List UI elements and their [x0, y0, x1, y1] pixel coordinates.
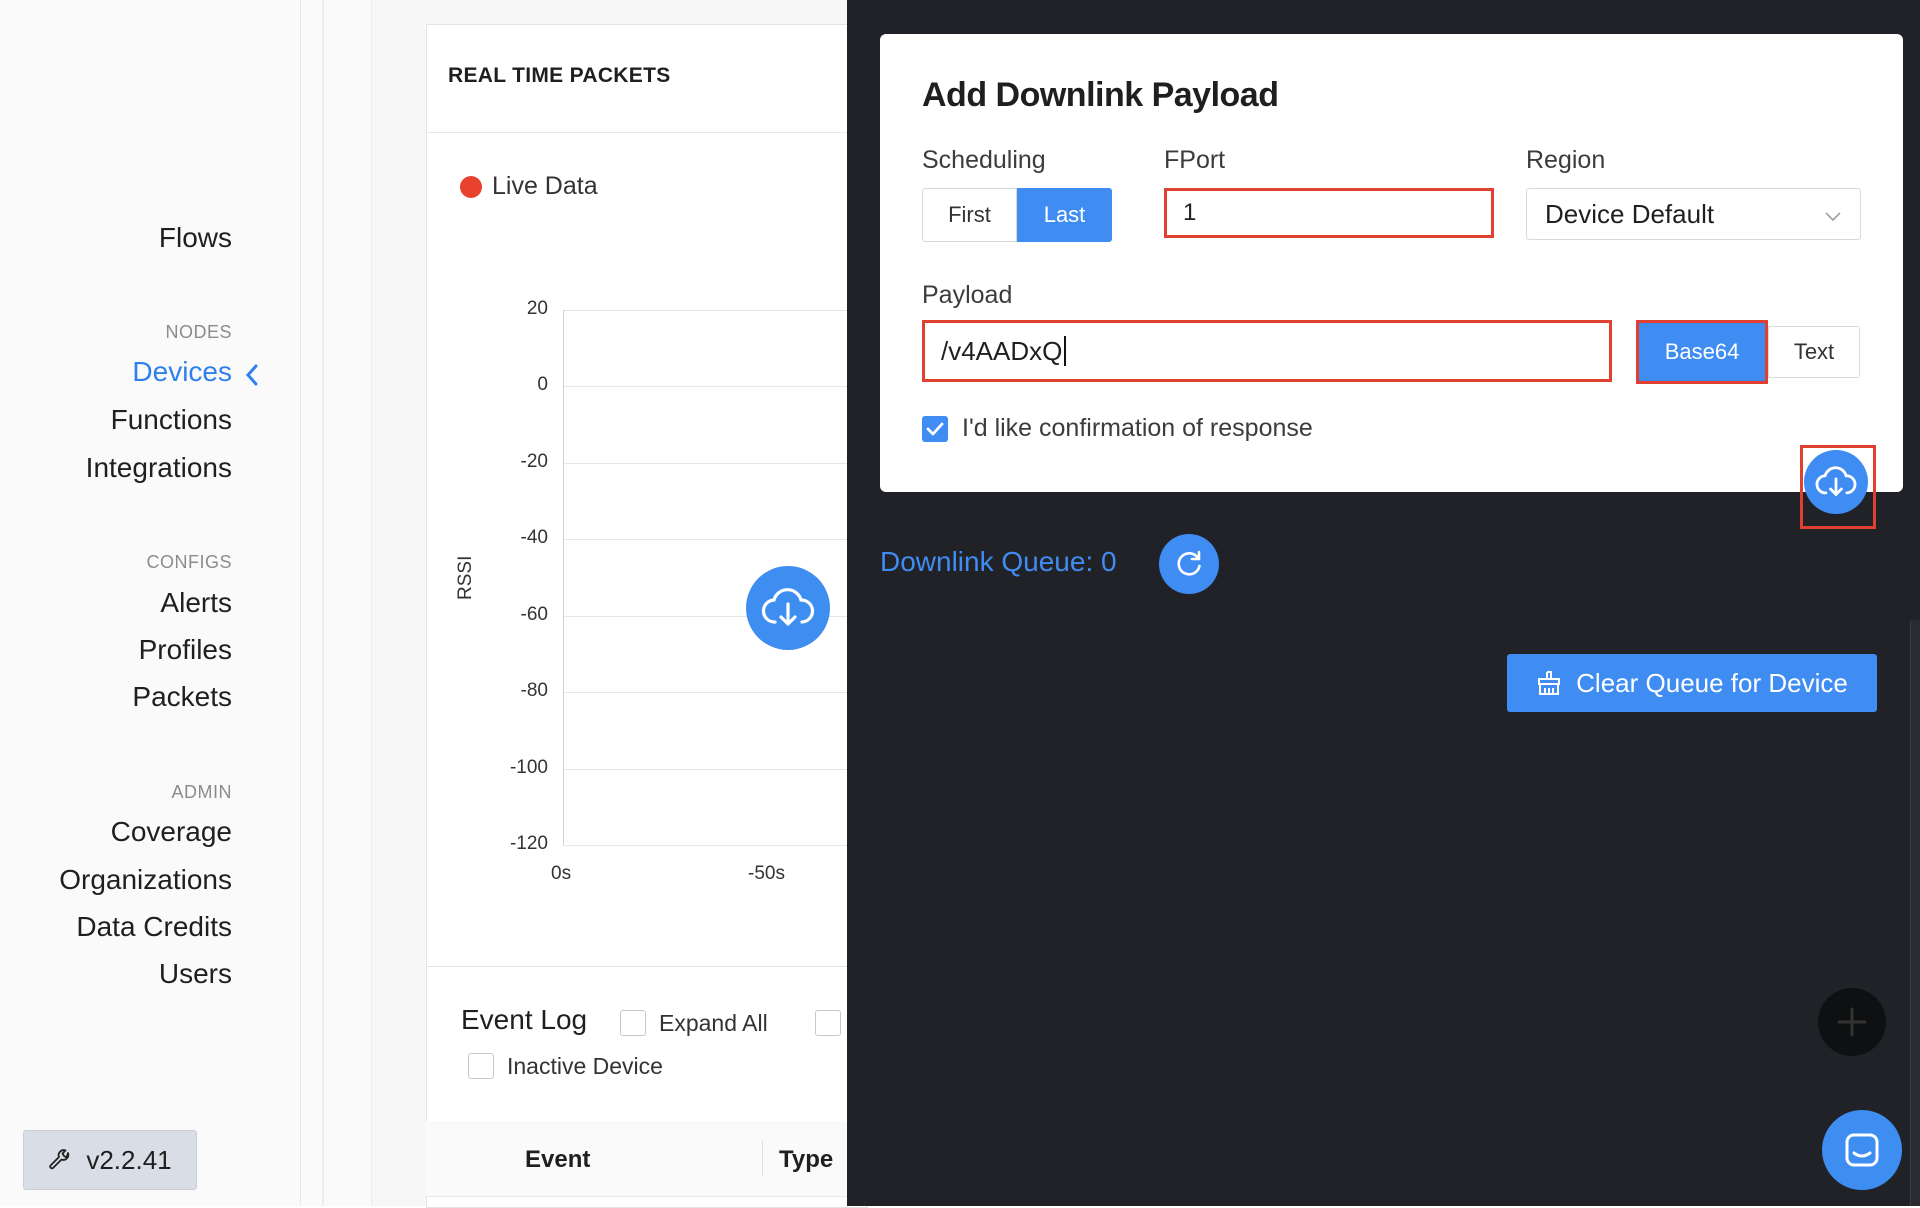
- gridline: [563, 539, 866, 541]
- chart-downlink-button[interactable]: [746, 566, 830, 650]
- expand-all-label: Expand All: [659, 1010, 768, 1036]
- gridline: [563, 692, 866, 694]
- column-header-type[interactable]: Type: [779, 1146, 833, 1174]
- plus-icon: [1837, 1007, 1867, 1037]
- nav-profiles[interactable]: Profiles: [0, 634, 232, 666]
- downlink-title: Add Downlink Payload: [922, 76, 1279, 114]
- packets-title: REAL TIME PACKETS: [448, 64, 671, 87]
- fport-label: FPort: [1164, 146, 1226, 174]
- chevron-left-icon[interactable]: [245, 364, 259, 386]
- cloud-download-icon: [761, 588, 815, 626]
- nav-flows[interactable]: Flows: [0, 222, 232, 254]
- send-downlink-button[interactable]: [1804, 450, 1868, 514]
- check-icon: [926, 422, 944, 436]
- nav-users[interactable]: Users: [0, 958, 232, 990]
- payload-input[interactable]: /v4AADxQ: [922, 320, 1612, 382]
- chevron-down-icon: [1825, 212, 1841, 222]
- wrench-icon: [49, 1149, 70, 1170]
- region-label: Region: [1526, 146, 1606, 174]
- add-button[interactable]: [1818, 988, 1886, 1056]
- y-tick-label: -40: [520, 527, 548, 549]
- confirmation-checkbox[interactable]: [922, 416, 948, 442]
- column-divider: [762, 1140, 763, 1176]
- payload-label: Payload: [922, 281, 1013, 309]
- sidebar: Flows NODES Devices Functions Integratio…: [0, 0, 301, 1206]
- version-label: v2.2.41: [86, 1144, 172, 1175]
- gridline: [563, 386, 866, 388]
- y-tick-label: 0: [537, 374, 548, 396]
- clear-queue-button[interactable]: Clear Queue for Device: [1507, 654, 1877, 712]
- fport-input[interactable]: 1: [1164, 188, 1494, 238]
- gridline: [563, 310, 866, 311]
- scheduling-first-button[interactable]: First: [922, 188, 1017, 242]
- extra-filter-checkbox[interactable]: [815, 1010, 841, 1036]
- region-select[interactable]: Device Default: [1526, 188, 1861, 240]
- y-axis-line: [563, 310, 564, 845]
- column-divider: [322, 0, 324, 1206]
- x-tick-label: -50s: [748, 863, 785, 884]
- scheduling-last-button[interactable]: Last: [1017, 188, 1112, 242]
- cloud-download-icon: [1815, 466, 1857, 496]
- nav-coverage[interactable]: Coverage: [0, 816, 232, 848]
- confirmation-label: I'd like confirmation of response: [962, 414, 1313, 442]
- nav-alerts[interactable]: Alerts: [0, 587, 232, 619]
- nav-organizations[interactable]: Organizations: [0, 864, 232, 896]
- nav-data-credits[interactable]: Data Credits: [0, 911, 232, 943]
- gridline: [563, 845, 866, 846]
- expand-all-checkbox[interactable]: [620, 1010, 646, 1036]
- event-log-title: Event Log: [461, 1004, 588, 1035]
- chat-launcher-button[interactable]: [1822, 1110, 1902, 1190]
- format-text-button[interactable]: Text: [1768, 326, 1860, 378]
- column-header-event[interactable]: Event: [525, 1146, 590, 1174]
- refresh-icon: [1177, 550, 1201, 576]
- live-data-indicator: Live Data: [460, 172, 598, 201]
- y-tick-label: -80: [520, 680, 548, 702]
- chat-icon: [1845, 1133, 1879, 1167]
- inactive-device-label: Inactive Device: [507, 1053, 663, 1079]
- broom-icon: [1538, 671, 1561, 695]
- drawer-scrollbar[interactable]: [1910, 620, 1920, 1206]
- admin-section-header: ADMIN: [171, 782, 232, 802]
- text-caret: [1064, 336, 1067, 366]
- scheduling-label: Scheduling: [922, 146, 1046, 174]
- live-dot-icon: [460, 175, 482, 198]
- refresh-queue-button[interactable]: [1159, 534, 1219, 594]
- downlink-queue-label: Downlink Queue: 0: [880, 546, 1117, 577]
- nav-integrations[interactable]: Integrations: [0, 452, 232, 484]
- y-tick-label: -100: [509, 756, 548, 778]
- format-base64-button[interactable]: Base64: [1636, 320, 1768, 384]
- y-tick-label: -20: [520, 450, 548, 472]
- clear-queue-label: Clear Queue for Device: [1576, 667, 1848, 698]
- live-data-label: Live Data: [492, 172, 598, 200]
- region-value: Device Default: [1545, 198, 1715, 229]
- y-tick-label: -60: [520, 603, 548, 625]
- y-axis-label: RSSI: [455, 555, 476, 600]
- y-tick-label: -120: [509, 833, 548, 854]
- y-tick-label: 20: [526, 298, 548, 319]
- nav-devices[interactable]: Devices: [0, 356, 232, 388]
- event-log-divider: [426, 966, 866, 967]
- nodes-section-header: NODES: [165, 322, 232, 342]
- gridline: [563, 462, 866, 464]
- configs-section-header: CONFIGS: [146, 552, 232, 572]
- payload-value: /v4AADxQ: [941, 335, 1063, 366]
- nav-functions[interactable]: Functions: [0, 404, 232, 436]
- inactive-device-checkbox[interactable]: [468, 1053, 494, 1079]
- x-tick-label: 0s: [551, 863, 572, 884]
- gridline: [563, 768, 866, 770]
- secondary-column: [301, 0, 372, 1206]
- version-badge[interactable]: v2.2.41: [23, 1130, 197, 1190]
- nav-packets[interactable]: Packets: [0, 681, 232, 713]
